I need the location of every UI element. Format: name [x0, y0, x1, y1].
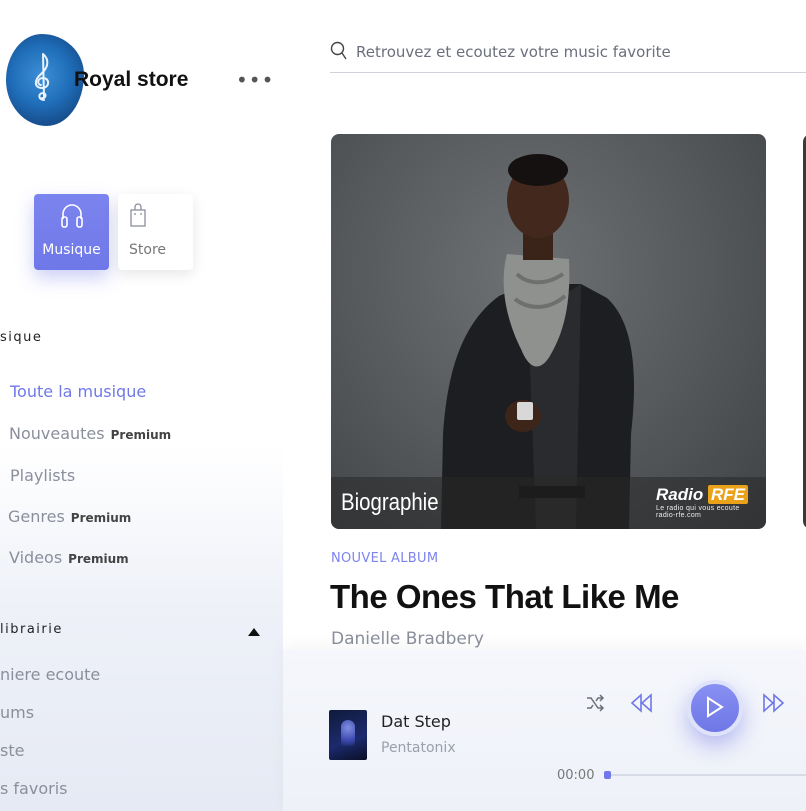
- music-section-title: sique: [0, 330, 43, 345]
- library-item-albums[interactable]: ums: [0, 703, 34, 722]
- library-item-artiste[interactable]: ste: [0, 741, 24, 760]
- track-title: Dat Step: [381, 712, 451, 731]
- sidebar-item-nouveautes[interactable]: Nouveautes Premium: [9, 424, 171, 443]
- rewind-icon[interactable]: [630, 692, 654, 714]
- progress-slider[interactable]: [604, 771, 806, 779]
- premium-badge: Premium: [110, 428, 172, 442]
- radio-rfe-logo: Radio RFE Le radio qui vous ecoute radio…: [656, 485, 748, 519]
- tab-musique-label: Musique: [42, 242, 101, 258]
- sidebar-item-label: Toute la musique: [10, 382, 147, 401]
- player-bar: Dat Step Pentatonix 00:00: [283, 650, 806, 811]
- premium-badge: Premium: [68, 552, 129, 566]
- library-section-title: librairie: [0, 622, 63, 637]
- track-thumbnail[interactable]: [329, 710, 367, 760]
- track-artist: Pentatonix: [381, 740, 456, 756]
- library-item-derniere-ecoute[interactable]: niere ecoute: [0, 665, 100, 684]
- shuffle-icon[interactable]: [585, 693, 605, 713]
- search-icon: [330, 41, 347, 60]
- collapse-caret-icon[interactable]: [248, 628, 260, 636]
- sidebar-item-videos[interactable]: Videos Premium: [9, 548, 129, 567]
- featured-album-card[interactable]: Biographie Radio RFE Le radio qui vous e…: [331, 134, 766, 529]
- sidebar-item-label: Genres: [8, 507, 65, 526]
- biography-caption: Biographie: [341, 489, 439, 516]
- sidebar-item-toute-la-musique[interactable]: Toute la musique: [10, 382, 146, 401]
- album-title[interactable]: The Ones That Like Me: [330, 578, 679, 616]
- album-artist[interactable]: Danielle Bradbery: [331, 629, 484, 649]
- more-options-icon[interactable]: •••: [236, 68, 274, 92]
- tab-musique[interactable]: Musique: [34, 194, 109, 270]
- sidebar: Royal store ••• Musique Store sique Tout…: [0, 0, 283, 811]
- sidebar-item-genres[interactable]: Genres Premium: [8, 507, 131, 526]
- tab-store-label: Store: [129, 242, 167, 258]
- play-button[interactable]: [687, 680, 743, 736]
- treble-clef-icon: [34, 53, 50, 101]
- artist-photo: [441, 154, 634, 529]
- fast-forward-icon[interactable]: [761, 692, 785, 714]
- sidebar-item-label: Playlists: [10, 466, 76, 485]
- library-item-favoris[interactable]: s favoris: [0, 779, 67, 798]
- sidebar-item-playlists[interactable]: Playlists: [10, 466, 75, 485]
- sidebar-item-label: Videos: [9, 548, 63, 567]
- brand-name: Royal store: [74, 68, 189, 91]
- progress-knob[interactable]: [604, 771, 611, 779]
- album-tag: NOUVEL ALBUM: [331, 551, 439, 566]
- sidebar-item-label: Nouveautes: [9, 424, 105, 443]
- headphones-icon: [60, 204, 83, 228]
- search-bar[interactable]: [330, 36, 806, 73]
- tab-store[interactable]: Store: [118, 194, 193, 270]
- premium-badge: Premium: [70, 511, 132, 525]
- shopping-bag-icon: [130, 203, 146, 227]
- search-input[interactable]: [354, 38, 798, 66]
- current-time: 00:00: [557, 768, 595, 783]
- logo-splash: [6, 34, 84, 126]
- play-icon: [707, 696, 724, 718]
